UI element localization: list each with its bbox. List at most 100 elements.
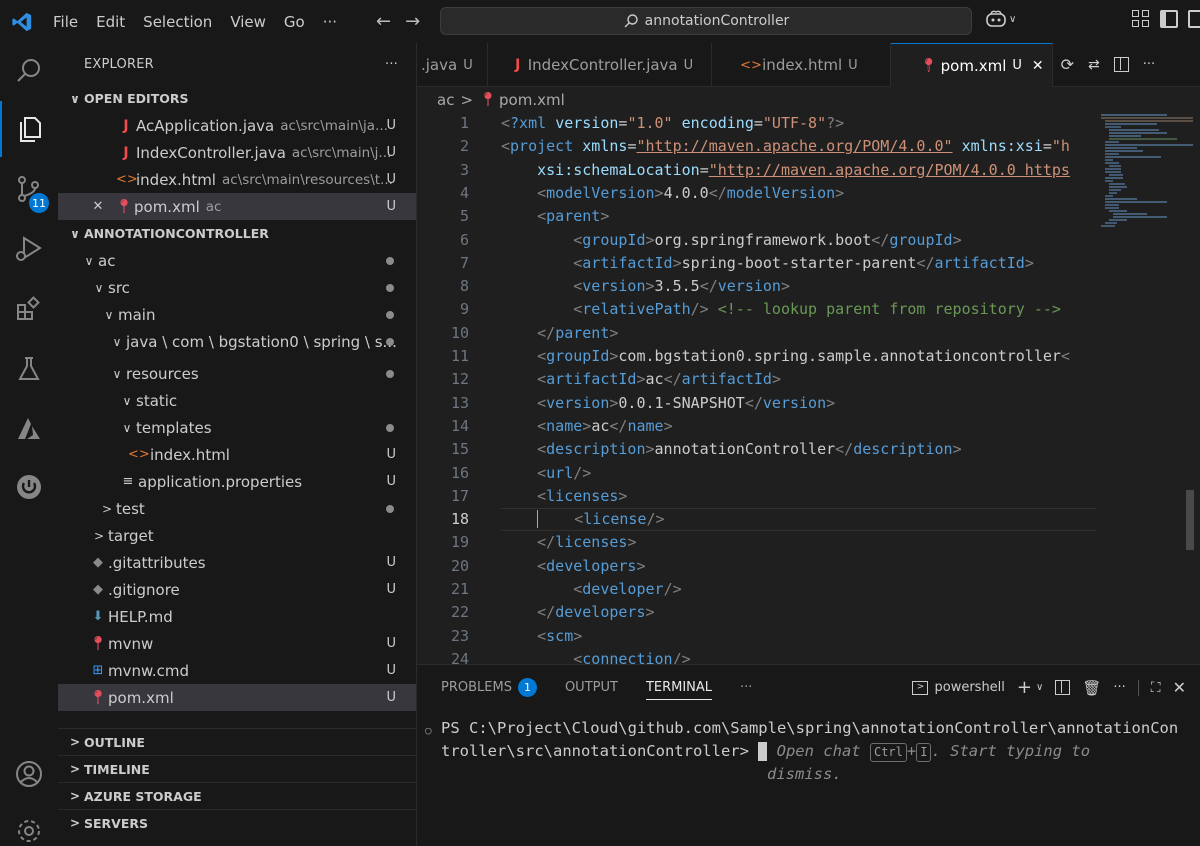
breadcrumb-file[interactable]: pom.xml [499, 91, 565, 109]
code-line: 15 <description>annotationController</de… [417, 438, 1097, 461]
maximize-panel-icon[interactable]: ⛶ [1151, 680, 1161, 696]
breadcrumb-folder[interactable]: ac [437, 91, 454, 109]
code-text: <connection/> [573, 649, 691, 664]
close-icon[interactable]: ✕ [88, 199, 108, 214]
toggle-sidebar-icon[interactable] [1160, 10, 1178, 28]
command-center-search[interactable]: annotationController [440, 7, 972, 35]
code-line: 11 <groupId>com.bgstation0.spring.sample… [417, 345, 1097, 368]
chevron-down-icon[interactable]: ∨ [1036, 682, 1043, 693]
tab-index-html[interactable]: <> index.html U [712, 43, 891, 87]
explorer-more-button[interactable]: ··· [385, 57, 398, 72]
minimap[interactable] [1097, 112, 1197, 242]
menu-more[interactable]: ··· [314, 13, 346, 31]
tab-indexcontroller[interactable]: J IndexController.java U [488, 43, 713, 87]
activity-testing[interactable] [0, 341, 58, 397]
menu-file[interactable]: File [44, 13, 87, 31]
tree-folder[interactable]: ∨ src [58, 274, 416, 301]
copilot-button[interactable]: ∨ [985, 10, 1016, 28]
open-editors-header[interactable]: ∨ OPEN EDITORS [58, 85, 416, 112]
open-editor-item[interactable]: J IndexController.java ac\src\main\j... … [58, 139, 416, 166]
forward-arrow-icon[interactable]: → [405, 11, 420, 32]
terminal-output[interactable]: ○ PS C:\Project\Cloud\github.com\Sample\s… [425, 717, 1181, 786]
tree-file[interactable]: ◆ .gitignore U [58, 576, 416, 603]
tree-folder[interactable]: ∨ static [58, 387, 416, 414]
open-editor-item[interactable]: J AcApplication.java ac\src\main\ja... U [58, 112, 416, 139]
menu-edit[interactable]: Edit [87, 13, 134, 31]
modified-dot [386, 423, 394, 432]
activity-extensions[interactable] [0, 281, 58, 337]
tab-output[interactable]: OUTPUT [565, 680, 618, 695]
outline-section[interactable]: > OUTLINE [58, 728, 416, 755]
tree-file-selected[interactable]: 📍︎ pom.xml U [58, 684, 416, 711]
terminal-more-icon[interactable]: ··· [1113, 680, 1125, 695]
line-number: 23 [450, 626, 469, 645]
terminal-line: ○ PS C:\Project\Cloud\github.com\Sample\s… [425, 717, 1181, 740]
code-line: 6 <groupId>org.springframework.boot</gro… [417, 229, 1097, 252]
tree-folder[interactable]: > target [58, 522, 416, 549]
activity-azure[interactable] [0, 401, 58, 457]
tree-file[interactable]: 📍︎ mvnw U [58, 630, 416, 657]
servers-section[interactable]: > SERVERS [58, 809, 416, 836]
code-line: 10 </parent> [417, 322, 1097, 345]
tree-folder[interactable]: ∨ templates [58, 414, 416, 441]
toggle-panel-icon[interactable] [1188, 10, 1200, 28]
menu-view[interactable]: View [221, 13, 275, 31]
tab-acapplication[interactable]: .java U [417, 43, 488, 87]
back-arrow-icon[interactable]: ← [376, 11, 391, 32]
tab-problems[interactable]: PROBLEMS 1 [441, 677, 537, 697]
menu-go[interactable]: Go [275, 13, 314, 31]
split-terminal-icon[interactable] [1055, 680, 1071, 695]
activity-explorer[interactable] [0, 101, 58, 157]
line-number: 7 [459, 253, 469, 272]
line-number: 12 [450, 370, 469, 389]
sync-icon[interactable]: ⟳ [1061, 55, 1074, 74]
code-editor[interactable]: 1 <?xml version="1.0" encoding="UTF-8"?> … [417, 112, 1097, 664]
activity-manage[interactable] [0, 803, 58, 846]
tab-terminal[interactable]: TERMINAL [645, 680, 713, 700]
tree-file[interactable]: ⬇ HELP.md [58, 603, 416, 630]
tree-file-name: mvnw.cmd [108, 661, 190, 680]
java-file-icon: J [123, 117, 129, 134]
kbd-ctrl: Ctrl [869, 743, 907, 762]
code-text: <license/> [501, 508, 665, 531]
menu-selection[interactable]: Selection [134, 13, 221, 31]
modified-dot [386, 310, 394, 319]
tab-more-button[interactable]: ··· [1143, 57, 1155, 72]
activity-spring-boot[interactable] [0, 459, 58, 515]
activity-search[interactable] [0, 43, 58, 99]
tree-file[interactable]: ◆ .gitattributes U [58, 549, 416, 576]
new-terminal-icon[interactable]: + [1017, 677, 1032, 698]
project-header[interactable]: ∨ ANNOTATIONCONTROLLER [58, 220, 416, 247]
editor-scrollbar[interactable] [1186, 490, 1194, 550]
timeline-section[interactable]: > TIMELINE [58, 755, 416, 782]
tree-folder[interactable]: ∨ resources [58, 360, 416, 387]
tree-folder[interactable]: > test [58, 495, 416, 522]
tree-file[interactable]: <> index.html U [58, 441, 416, 468]
tab-pom-xml[interactable]: 📍︎ pom.xml U ✕ [890, 43, 1053, 87]
customize-layout-icon[interactable] [1132, 10, 1150, 28]
panel-more-button[interactable]: ··· [740, 680, 752, 695]
line-number: 11 [450, 347, 469, 365]
split-editor-icon[interactable] [1113, 57, 1129, 72]
open-editor-item-active[interactable]: ✕ 📍︎ pom.xml ac U [58, 193, 416, 220]
section-title: OUTLINE [84, 734, 145, 750]
trash-icon[interactable]: 🗑︎ [1082, 679, 1101, 697]
open-editor-item[interactable]: <> index.html ac\src\main\resources\t...… [58, 166, 416, 193]
modified-dot [386, 337, 394, 346]
tree-folder[interactable]: ∨ java \ com \ bgstation0 \ spring \ s..… [58, 328, 416, 355]
open-editor-name: index.html [136, 170, 216, 189]
azure-storage-section[interactable]: > AZURE STORAGE [58, 782, 416, 809]
tree-file[interactable]: ≡ application.properties U [58, 468, 416, 495]
compare-changes-icon[interactable]: ⇄ [1088, 57, 1100, 73]
activity-run-debug[interactable] [0, 221, 58, 277]
tree-file[interactable]: ⊞ mvnw.cmd U [58, 657, 416, 684]
close-icon[interactable]: ✕ [1032, 58, 1044, 74]
activity-accounts[interactable] [0, 746, 58, 802]
close-icon[interactable]: ✕ [1173, 678, 1186, 697]
tree-folder[interactable]: ∨ main [58, 301, 416, 328]
activity-source-control[interactable]: 11 [0, 161, 58, 217]
tree-folder[interactable]: ∨ ac [58, 247, 416, 274]
terminal-line: troller\src\annotationController> Open c… [441, 740, 1181, 763]
code-text: <version>3.5.5</version> [573, 277, 790, 296]
terminal-shell-selector[interactable]: > powershell [912, 680, 1005, 695]
